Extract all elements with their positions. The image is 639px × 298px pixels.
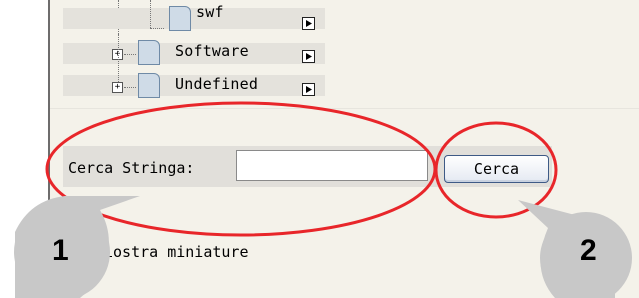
callout-number-2: 2: [580, 234, 597, 267]
highlight-ellipse-1: [45, 101, 437, 237]
annotation-overlay: [14, 101, 632, 298]
callout-number-1: 1: [52, 234, 69, 267]
highlight-ellipse-2: [434, 121, 558, 219]
